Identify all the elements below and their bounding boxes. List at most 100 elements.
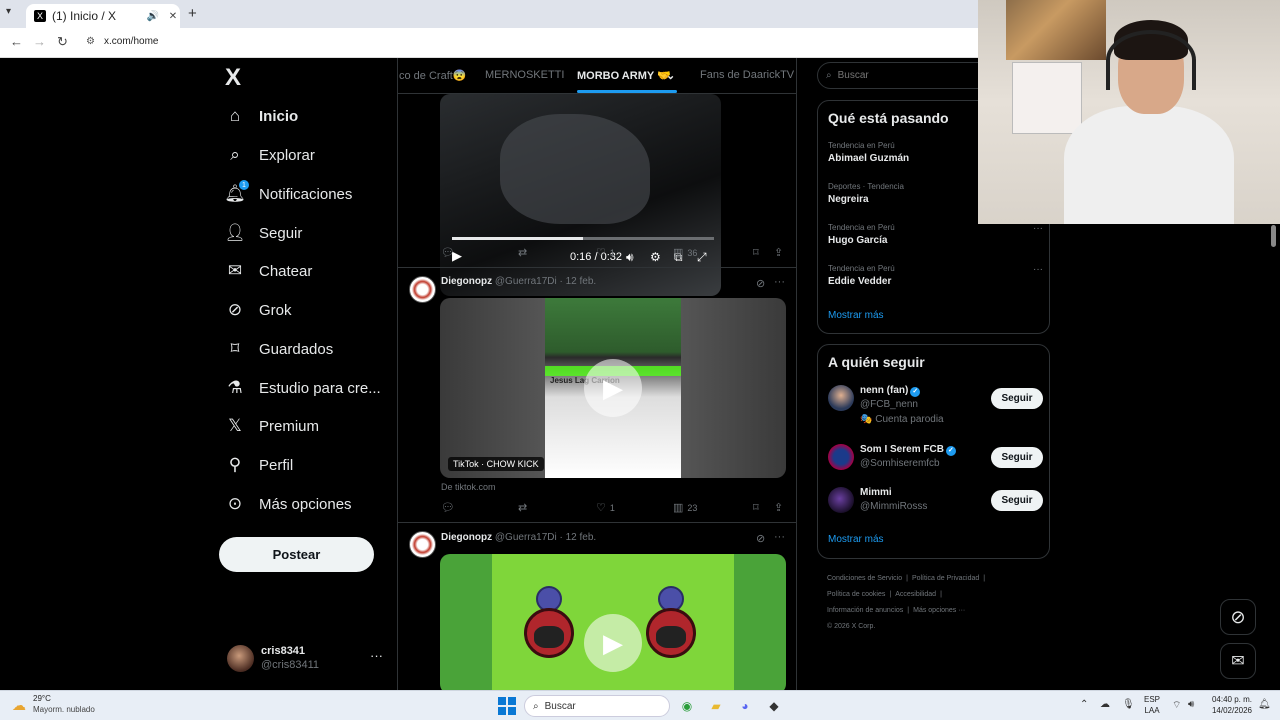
folder-icon[interactable]: ▰ <box>706 696 726 716</box>
video-player[interactable]: Jesus Lag Carrion ▶ TikTok · CHOW KICK <box>440 298 786 478</box>
footer-link[interactable]: Política de Privacidad <box>912 575 979 582</box>
video-player[interactable]: ▶ 0:16 / 0:32 🔊︎ ⚙ ⧉ ⤢ <box>440 94 721 296</box>
nav-item-chatear[interactable]: ✉ Chatear <box>225 256 313 286</box>
follow-suggestion[interactable]: nenn (fan) ✓ @FCB_nenn 🎭 Cuenta parodia S… <box>828 385 1043 425</box>
play-icon[interactable]: ▶ <box>584 614 642 672</box>
app-icon[interactable]: ◆ <box>764 696 784 716</box>
nav-item-estudio[interactable]: ⚗ Estudio para cre... <box>225 373 380 403</box>
video-player[interactable]: ▶ <box>440 554 786 690</box>
nav-item-mas-opciones[interactable]: ⊙ Más opciones <box>225 489 352 519</box>
notification-icon[interactable]: 🔔︎ <box>1258 699 1271 710</box>
nav-item-premium[interactable]: 𝕏 Premium <box>225 411 319 441</box>
tab-feed-morbo-army[interactable]: MORBO ARMY 🤝 <box>577 69 671 82</box>
messages-float-button[interactable]: ✉ <box>1220 643 1256 679</box>
trend-item[interactable]: Tendencia en Perú Eddie Vedder ··· <box>828 264 1043 287</box>
source-link[interactable]: De tiktok.com <box>441 482 496 492</box>
bookmark-button[interactable]: ⌑ <box>753 501 759 514</box>
nav-item-seguir[interactable]: 👤︎ Seguir <box>224 218 302 248</box>
footer-link[interactable]: Información de anuncios <box>827 607 903 614</box>
follow-suggestion[interactable]: Mimmi @MimmiRosss Seguir <box>828 487 1043 527</box>
show-more-link[interactable]: Mostrar más <box>828 310 884 321</box>
search-input[interactable] <box>837 70 998 81</box>
repost-button[interactable]: ⇄ <box>518 246 527 259</box>
clock[interactable]: 04:40 p. m. 14/02/2026 <box>1207 694 1252 716</box>
author-name[interactable]: Diegonopz <box>441 276 492 287</box>
avatar[interactable] <box>828 487 854 513</box>
author-handle[interactable]: @Guerra17Di <box>495 532 557 543</box>
back-icon[interactable]: ← <box>10 34 23 49</box>
tab-feed-mernosketti[interactable]: MERNOSKETTI <box>485 69 564 81</box>
footer-link[interactable]: Accesibilidad <box>895 591 936 598</box>
bookmark-button[interactable]: ⌑ <box>753 246 759 259</box>
follow-button[interactable]: Seguir <box>991 490 1043 511</box>
footer-link[interactable]: Condiciones de Servicio <box>827 575 902 582</box>
site-info-icon[interactable]: ⚙ <box>86 36 95 47</box>
close-icon[interactable]: ✕ <box>166 11 180 22</box>
discord-icon[interactable]: ◕ <box>735 696 755 716</box>
nav-item-guardados[interactable]: ⌑ Guardados <box>225 334 334 364</box>
more-icon[interactable]: ··· <box>1033 223 1043 234</box>
nav-item-perfil[interactable]: ⚲ Perfil <box>225 450 293 480</box>
avatar[interactable] <box>409 531 436 558</box>
chevron-down-icon[interactable]: ⌄ <box>666 69 675 82</box>
speaker-icon[interactable]: 🔊 <box>146 11 160 22</box>
new-tab-button[interactable]: + <box>188 5 197 22</box>
weather-temp[interactable]: 29°C <box>33 694 51 703</box>
browser-tab[interactable]: X (1) Inicio / X 🔊 ✕ <box>26 4 180 28</box>
video-progress-bar[interactable] <box>452 237 714 240</box>
tab-feed-craft[interactable]: co de Craft😨 <box>399 69 467 82</box>
avatar[interactable] <box>227 645 254 672</box>
start-button[interactable] <box>498 697 516 715</box>
volume-icon[interactable]: 🔊︎ <box>1188 699 1194 710</box>
account-handle[interactable]: @cris83411 <box>261 659 319 671</box>
footer-link[interactable]: Más opciones ··· <box>913 607 965 614</box>
views-button[interactable]: ▥ 36 <box>673 246 697 259</box>
follow-button[interactable]: Seguir <box>991 388 1043 409</box>
language-indicator[interactable]: ESP LAA <box>1144 694 1160 716</box>
tab-feed-daarick[interactable]: Fans de DaarickTV <box>700 69 794 81</box>
share-button[interactable]: ⇪ <box>774 501 783 514</box>
post-button[interactable]: Postear <box>219 537 374 572</box>
account-name[interactable]: cris8341 <box>261 645 305 657</box>
nav-item-inicio[interactable]: ⌂ Inicio <box>225 101 298 131</box>
post-date[interactable]: · 12 feb. <box>560 532 597 543</box>
nav-item-grok[interactable]: ⊘ Grok <box>225 295 292 325</box>
cloud-sun-icon[interactable]: ☁ <box>12 697 26 714</box>
network-tray-icon[interactable]: ☁ <box>1100 699 1110 710</box>
more-icon[interactable]: ··· <box>774 531 785 543</box>
reply-button[interactable]: 💬︎ <box>441 246 455 259</box>
author-handle[interactable]: @Guerra17Di <box>495 276 557 287</box>
forward-icon[interactable]: → <box>33 34 46 49</box>
nav-item-explorar[interactable]: ⌕ Explorar <box>225 140 315 170</box>
footer-link[interactable]: Política de cookies <box>827 591 885 598</box>
wifi-icon[interactable]: ⌔ <box>1172 699 1181 712</box>
grok-float-button[interactable]: ⊘ <box>1220 599 1256 635</box>
grok-icon[interactable]: ⊘ <box>756 532 765 545</box>
avatar[interactable] <box>409 276 436 303</box>
mic-icon[interactable]: 🎙︎ <box>1122 699 1135 710</box>
show-more-link[interactable]: Mostrar más <box>828 534 884 545</box>
nav-item-notificaciones[interactable]: 🔔︎ 1 Notificaciones <box>224 179 352 209</box>
url-text[interactable]: x.com/home <box>104 36 158 47</box>
repost-button[interactable]: ⇄ <box>518 501 527 514</box>
scrollbar[interactable] <box>1271 225 1276 247</box>
taskbar-search[interactable]: ⌕ Buscar <box>524 695 670 717</box>
reply-button[interactable]: 💬︎ <box>441 501 455 514</box>
views-button[interactable]: ▥ 23 <box>673 501 697 514</box>
reload-icon[interactable]: ↻ <box>57 34 68 50</box>
share-button[interactable]: ⇪ <box>774 246 783 259</box>
follow-button[interactable]: Seguir <box>991 447 1043 468</box>
more-icon[interactable]: ··· <box>774 276 785 288</box>
author-name[interactable]: Diegonopz <box>441 532 492 543</box>
like-button[interactable]: ♡ 1 <box>596 246 615 259</box>
post-date[interactable]: · 12 feb. <box>560 276 597 287</box>
chevron-up-icon[interactable]: ⌃ <box>1080 699 1088 710</box>
chrome-icon[interactable]: ◉ <box>677 696 697 716</box>
tab-search-chevron-icon[interactable]: ▾ <box>6 6 11 17</box>
account-more-icon[interactable]: ··· <box>370 648 383 663</box>
follow-suggestion[interactable]: Som I Serem FCB ✓ @Somhiseremfcb Seguir <box>828 444 1043 484</box>
like-button[interactable]: ♡ 1 <box>596 501 615 514</box>
weather-desc[interactable]: Mayorm. nublado <box>33 705 95 714</box>
avatar[interactable] <box>828 385 854 411</box>
grok-icon[interactable]: ⊘ <box>756 277 765 290</box>
